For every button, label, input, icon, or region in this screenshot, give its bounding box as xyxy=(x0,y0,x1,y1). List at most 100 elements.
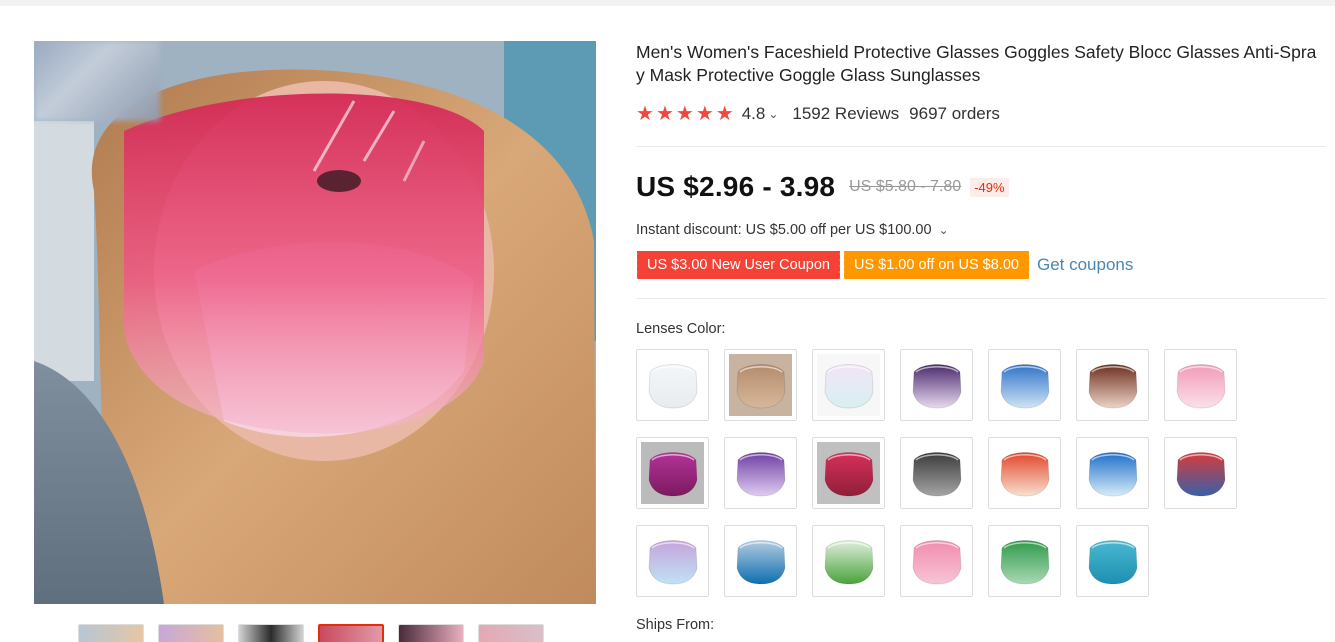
lens-swatch-image xyxy=(905,442,968,504)
face-shield-icon xyxy=(912,540,961,585)
lens-swatch-image xyxy=(1081,442,1144,504)
divider xyxy=(636,146,1326,147)
face-shield-icon xyxy=(1000,540,1049,585)
lens-swatch-pink-solid[interactable] xyxy=(900,525,973,597)
rating-value[interactable]: 4.8 xyxy=(742,104,766,124)
lens-swatch-rose[interactable] xyxy=(812,437,885,509)
lens-swatch-pink[interactable] xyxy=(1164,349,1237,421)
thumbnail-strip xyxy=(78,624,544,642)
new-user-coupon[interactable]: US $3.00 New User Coupon xyxy=(635,251,840,279)
lenses-color-label: Lenses Color: xyxy=(636,321,726,337)
face-shield-icon xyxy=(736,364,785,409)
thumbnail[interactable] xyxy=(238,624,304,642)
lens-swatch-orange-gradient[interactable] xyxy=(988,437,1061,509)
lens-swatch-image xyxy=(641,530,704,592)
chevron-down-icon[interactable]: ⌄ xyxy=(939,223,949,237)
star-icon: ★ xyxy=(715,103,734,125)
thumbnail[interactable] xyxy=(78,624,144,642)
lens-swatch-image xyxy=(729,354,792,416)
product-gallery xyxy=(34,41,596,642)
face-shield-icon xyxy=(648,540,697,585)
lens-swatch-image xyxy=(993,442,1056,504)
instant-discount[interactable]: Instant discount: US $5.00 off per US $1… xyxy=(636,222,949,238)
face-shield-icon xyxy=(648,452,697,497)
face-shield-icon xyxy=(824,540,873,585)
main-image-illustration xyxy=(34,41,596,604)
lens-swatch-image xyxy=(817,530,880,592)
reviews-link[interactable]: 1592 Reviews xyxy=(792,104,899,124)
store-coupon[interactable]: US $1.00 off on US $8.00 xyxy=(841,251,1029,279)
lens-swatch-blue-gradient[interactable] xyxy=(988,349,1061,421)
lens-swatch-image xyxy=(641,442,704,504)
lens-color-swatches xyxy=(636,349,1256,597)
face-shield-icon xyxy=(1176,452,1225,497)
face-shield-icon xyxy=(1088,364,1137,409)
face-shield-icon xyxy=(1000,452,1049,497)
thumbnail[interactable] xyxy=(158,624,224,642)
lens-swatch-magenta[interactable] xyxy=(636,437,709,509)
price-row: US $2.96 - 3.98 US $5.80 - 7.80 -49% xyxy=(636,171,1009,203)
thumbnail[interactable] xyxy=(478,624,544,642)
star-icon: ★ xyxy=(636,103,654,125)
lens-swatch-image xyxy=(729,530,792,592)
instant-discount-text: Instant discount: US $5.00 off per US $1… xyxy=(636,222,932,238)
face-shield-icon xyxy=(648,364,697,409)
face-shield-icon xyxy=(736,452,785,497)
get-coupons-link[interactable]: Get coupons xyxy=(1037,255,1133,275)
lens-swatch-violet[interactable] xyxy=(724,437,797,509)
lens-swatch-image xyxy=(1169,354,1232,416)
orders-count: 9697 orders xyxy=(909,104,1000,123)
chevron-down-icon[interactable]: ⌄ xyxy=(768,107,778,121)
lens-swatch-clear[interactable] xyxy=(636,349,709,421)
face-shield-icon xyxy=(1088,540,1137,585)
lens-swatch-green[interactable] xyxy=(988,525,1061,597)
lens-swatch-image xyxy=(817,442,880,504)
lens-swatch-purple-gradient[interactable] xyxy=(900,349,973,421)
lens-swatch-image xyxy=(1081,530,1144,592)
lens-swatch-lavender-blue[interactable] xyxy=(636,525,709,597)
star-icon: ★ xyxy=(675,103,694,125)
lens-swatch-image xyxy=(817,354,880,416)
rating-stars: ★ ★ ★ ★ ★ xyxy=(636,104,734,124)
lens-swatch-teal[interactable] xyxy=(1076,525,1149,597)
lens-swatch-ocean[interactable] xyxy=(724,525,797,597)
coupon-row: US $3.00 New User Coupon US $1.00 off on… xyxy=(635,251,1133,279)
lens-swatch-image xyxy=(993,530,1056,592)
star-icon: ★ xyxy=(655,103,674,125)
lens-swatch-image xyxy=(905,530,968,592)
face-shield-icon xyxy=(1088,452,1137,497)
face-shield-icon xyxy=(824,452,873,497)
face-shield-icon xyxy=(824,364,873,409)
lens-swatch-image xyxy=(905,354,968,416)
face-shield-icon xyxy=(912,452,961,497)
face-shield-icon xyxy=(1176,364,1225,409)
main-product-image[interactable] xyxy=(34,41,596,604)
face-shield-icon xyxy=(736,540,785,585)
current-price: US $2.96 - 3.98 xyxy=(636,171,836,202)
rating-row: ★ ★ ★ ★ ★ 4.8 ⌄ 1592 Reviews 9697 orders xyxy=(636,103,1000,125)
star-icon: ★ xyxy=(695,103,714,125)
lens-swatch-green-gradient[interactable] xyxy=(812,525,885,597)
lens-swatch-image xyxy=(729,442,792,504)
product-info: Men's Women's Faceshield Protective Glas… xyxy=(635,41,1326,633)
lens-swatch-image xyxy=(1169,442,1232,504)
lens-swatch-sky-gradient[interactable] xyxy=(1076,437,1149,509)
ships-from-label: Ships From: xyxy=(636,617,715,633)
original-price: US $5.80 - 7.80 xyxy=(849,178,962,195)
product-title: Men's Women's Faceshield Protective Glas… xyxy=(636,42,1317,85)
thumbnail[interactable] xyxy=(398,624,464,642)
thumbnail-selected[interactable] xyxy=(318,624,384,642)
top-bar xyxy=(0,0,1335,6)
discount-badge: -49% xyxy=(970,177,1009,197)
lens-swatch-image xyxy=(1081,354,1144,416)
lens-swatch-image xyxy=(993,354,1056,416)
lens-swatch-grey[interactable] xyxy=(900,437,973,509)
lens-swatch-image xyxy=(641,354,704,416)
lens-swatch-tan[interactable] xyxy=(724,349,797,421)
divider xyxy=(636,298,1326,299)
lens-swatch-brown-gradient[interactable] xyxy=(1076,349,1149,421)
lens-swatch-rainbow[interactable] xyxy=(1164,437,1237,509)
watermark-logo xyxy=(34,41,160,121)
face-shield-icon xyxy=(1000,364,1049,409)
lens-swatch-iridescent[interactable] xyxy=(812,349,885,421)
